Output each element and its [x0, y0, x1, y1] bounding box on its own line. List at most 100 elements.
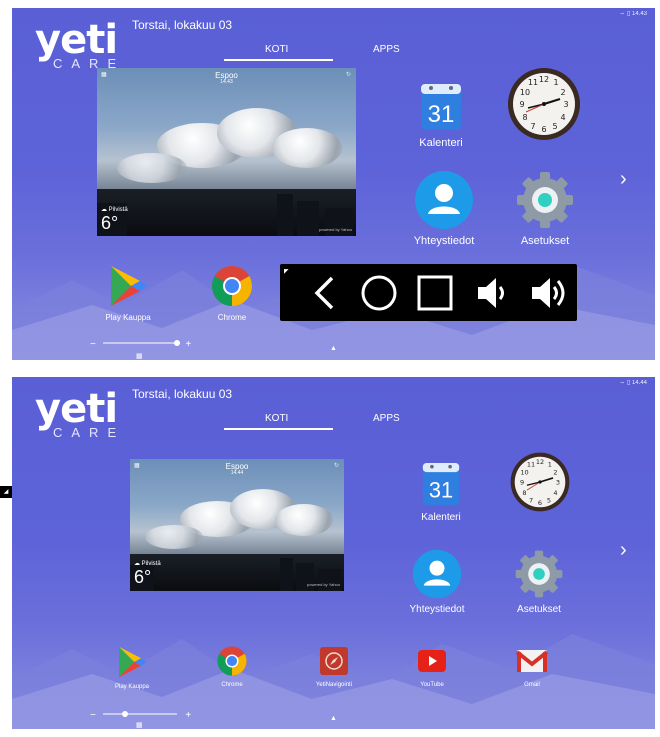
svg-text:2: 2: [560, 88, 565, 97]
weather-credit: powered by Yahoo: [319, 227, 352, 232]
chrome-icon: [212, 266, 252, 306]
expand-handle-icon[interactable]: ◢: [0, 486, 12, 498]
chevron-right-icon[interactable]: ›: [620, 539, 627, 562]
svg-text:5: 5: [552, 122, 557, 131]
weather-credit: powered by Yahoo: [307, 582, 340, 587]
app-youtube[interactable]: YouTube: [412, 645, 452, 688]
logo-subtext: CARE: [53, 425, 126, 440]
analog-clock-icon: 12369 1245 781011: [510, 452, 570, 512]
svg-text:5: 5: [547, 496, 551, 504]
gmail-label: Gmail: [524, 682, 540, 688]
svg-text:2: 2: [553, 469, 557, 477]
app-chrome[interactable]: Chrome: [208, 264, 256, 322]
arrow-up-icon[interactable]: ▲: [330, 345, 337, 352]
weather-temperature: 6°: [134, 567, 152, 587]
settings-label: Asetukset: [517, 604, 561, 615]
contacts-icon: [415, 171, 473, 229]
app-settings[interactable]: Asetukset: [508, 549, 570, 615]
gear-icon: [515, 550, 563, 598]
home-screen-1: ⇔ ▯ 14.43 yeti CARE Torstai, lokakuu 03 …: [12, 8, 655, 360]
slider-minus[interactable]: −: [90, 339, 96, 350]
svg-text:12: 12: [536, 458, 544, 466]
tab-home[interactable]: KOTI: [265, 413, 288, 424]
app-contacts[interactable]: Yhteystiedot: [397, 549, 477, 615]
app-grid-icon[interactable]: ▦: [136, 352, 143, 360]
weather-time: 14.44: [230, 470, 244, 476]
slider-track[interactable]: [101, 710, 181, 718]
svg-text:11: 11: [528, 78, 538, 87]
chrome-label: Chrome: [217, 313, 247, 322]
app-grid-icon[interactable]: ▦: [136, 721, 143, 729]
chevron-right-icon[interactable]: ›: [620, 168, 627, 191]
calendar-icon: 31: [421, 84, 461, 130]
gmail-icon: [515, 650, 549, 672]
slider-plus[interactable]: +: [185, 710, 191, 721]
corner-handle-icon[interactable]: ◤: [284, 268, 289, 275]
tab-indicator: [224, 428, 333, 430]
arrow-up-icon[interactable]: ▲: [330, 715, 337, 722]
youtube-label: YouTube: [420, 682, 444, 688]
app-contacts[interactable]: Yhteystiedot: [404, 170, 484, 247]
app-calendar[interactable]: 31 Kalenteri: [410, 80, 472, 149]
svg-text:4: 4: [553, 489, 557, 497]
tab-home[interactable]: KOTI: [265, 44, 288, 55]
play-store-icon: [119, 646, 147, 678]
svg-text:9: 9: [519, 100, 524, 109]
clock-widget[interactable]: 12 3 6 9 1245 7 8 10 11: [506, 66, 582, 147]
weather-widget[interactable]: ▦ ↻ Espoo 14.43 ☁ Pilvistä 6° powered by…: [97, 68, 356, 236]
svg-text:8: 8: [522, 489, 526, 497]
brightness-slider[interactable]: − +: [90, 339, 191, 350]
slider-minus[interactable]: −: [90, 710, 96, 721]
svg-text:7: 7: [529, 496, 533, 504]
app-gmail[interactable]: Gmail: [512, 645, 552, 688]
svg-text:4: 4: [560, 113, 565, 122]
play-store-icon: [111, 266, 147, 306]
home-icon[interactable]: [360, 274, 398, 312]
svg-text:11: 11: [527, 461, 535, 469]
recents-icon[interactable]: [416, 274, 454, 312]
tab-apps[interactable]: APPS: [373, 413, 400, 424]
play-store-label: Play Kauppa: [114, 684, 150, 690]
volume-up-icon[interactable]: [528, 274, 570, 312]
status-bar: ⇔ ▯ 14.44: [619, 379, 647, 386]
app-chrome[interactable]: Chrome: [212, 645, 252, 688]
settings-label: Asetukset: [520, 235, 570, 247]
logo-text: yeti: [35, 17, 118, 63]
app-settings[interactable]: Asetukset: [510, 170, 580, 247]
back-icon[interactable]: [308, 274, 342, 312]
app-play-store[interactable]: Play Kauppa: [108, 645, 156, 690]
chrome-label: Chrome: [221, 682, 243, 688]
volume-down-icon[interactable]: [474, 274, 508, 312]
weather-condition: ☁ Pilvistä: [134, 561, 161, 567]
date-label: Torstai, lokakuu 03: [132, 387, 233, 401]
slider-track[interactable]: [101, 339, 181, 347]
weather-condition: ☁ Pilvistä: [101, 207, 128, 213]
city-skyline: [97, 188, 356, 236]
svg-text:10: 10: [520, 88, 530, 97]
home-screen-2: ⇔ ▯ 14.44 yeti CARE Torstai, lokakuu 03 …: [12, 377, 655, 729]
play-store-label: Play Kauppa: [105, 313, 151, 322]
logo-text: yeti: [35, 386, 118, 432]
svg-text:1: 1: [548, 461, 552, 469]
youtube-icon: [418, 650, 446, 672]
yeti-care-logo: yeti CARE: [35, 389, 125, 440]
app-yeti-navigation[interactable]: YetiNavigointi: [309, 645, 359, 688]
app-play-store[interactable]: Play Kauppa: [100, 264, 156, 322]
yeti-care-logo: yeti CARE: [35, 20, 125, 71]
weather-widget[interactable]: ▦ ↻ Espoo 14.44 ☁ Pilvistä 6° powered by…: [130, 459, 344, 591]
gear-icon: [517, 172, 573, 228]
tab-apps[interactable]: APPS: [373, 44, 400, 55]
calendar-icon: 31: [422, 463, 460, 505]
app-calendar[interactable]: 31 Kalenteri: [410, 459, 472, 523]
clock-widget[interactable]: 12 3 6 9 1245 7 8 10 11: [509, 451, 571, 518]
calendar-day: 31: [429, 478, 453, 503]
status-icons: ⇔ ▯: [619, 380, 631, 386]
svg-text:10: 10: [520, 469, 528, 477]
contacts-label: Yhteystiedot: [413, 235, 475, 247]
navigation-bar-overlay: ◤: [280, 264, 577, 321]
slider-plus[interactable]: +: [185, 339, 191, 350]
svg-text:6: 6: [538, 499, 542, 507]
brightness-slider[interactable]: − +: [90, 710, 191, 721]
tab-indicator: [224, 59, 333, 61]
status-time: 14.44: [631, 380, 647, 386]
